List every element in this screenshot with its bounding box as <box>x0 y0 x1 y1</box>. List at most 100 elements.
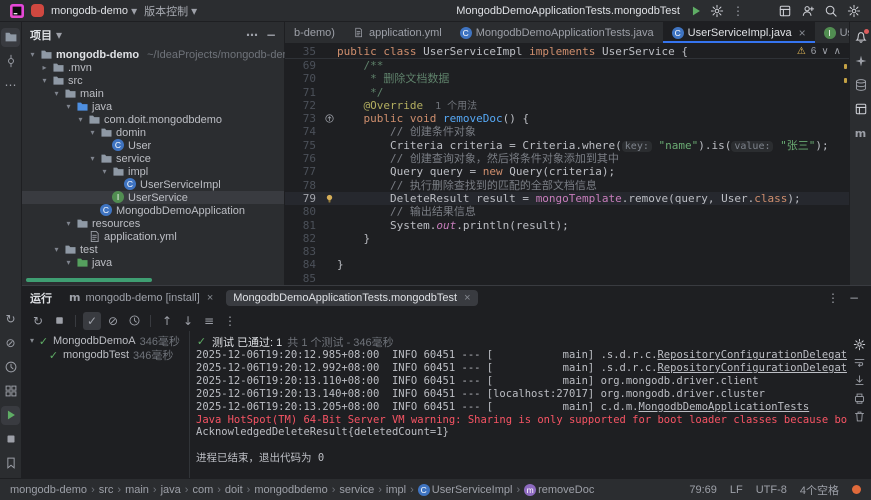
show-passed-toggle[interactable]: ✓ <box>83 312 101 330</box>
code-line-78[interactable]: 78 // 执行删除查找到的匹配的全部文档信息 <box>285 179 849 192</box>
breadcrumb-item-mongodb-demo[interactable]: mongodb-demo <box>10 484 87 496</box>
more-actions-button[interactable]: ⋮ <box>221 312 239 330</box>
editor-tab-userservice-java[interactable]: IUserService.java <box>815 22 849 43</box>
editor-tab-application-yml[interactable]: application.yml <box>344 22 451 43</box>
console-link[interactable]: RepositoryConfigurationDelegate <box>657 362 847 374</box>
console-output[interactable]: 2025-12-06T19:20:12.985+08:00 INFO 60451… <box>196 349 847 465</box>
run-button[interactable] <box>689 4 703 18</box>
clear-console-button[interactable] <box>850 407 868 425</box>
tree-item-mongodb-demo[interactable]: ▾mongodb-demo~/IdeaProjects/mongodb-demo <box>22 48 284 61</box>
project-menu[interactable]: mongodb-demo ▾ <box>51 5 137 17</box>
console-settings-button[interactable] <box>850 335 868 353</box>
tree-item-service[interactable]: ▾service <box>22 152 284 165</box>
intellij-logo-icon[interactable] <box>10 4 24 18</box>
tree-item-main[interactable]: ▾main <box>22 87 284 100</box>
editor-tab-userserviceimpl-java[interactable]: CUserServiceImpl.java× <box>663 22 815 43</box>
soft-wrap-button[interactable] <box>850 353 868 371</box>
editor-tab-mongodbdemoapplicationtests-java[interactable]: CMongodbDemoApplicationTests.java <box>451 22 663 43</box>
breadcrumb-item-com[interactable]: com <box>192 484 213 496</box>
breadcrumb-item-removedoc[interactable]: mremoveDoc <box>524 484 594 496</box>
run-tool-button[interactable] <box>1 406 20 425</box>
code-line-77[interactable]: 77 Query query = new Query(criteria); <box>285 165 849 178</box>
sort-by-duration-toggle[interactable] <box>125 312 143 330</box>
project-panel-title[interactable]: 项目 <box>30 27 52 43</box>
maven-tool-button[interactable]: m <box>851 124 870 143</box>
code-line-76[interactable]: 76 // 创建查询对象，然后将条件对象添加到其中 <box>285 152 849 165</box>
breadcrumb-item-impl[interactable]: impl <box>386 484 406 496</box>
code-line-72[interactable]: 72 @Override 1 个用法 <box>285 99 849 112</box>
tree-item-impl[interactable]: ▾impl <box>22 165 284 178</box>
tree-item-java[interactable]: ▾java <box>22 100 284 113</box>
editor-tab-b-demo[interactable]: b-demo) <box>285 22 344 43</box>
close-icon[interactable]: × <box>464 292 470 304</box>
services-tool-button[interactable] <box>1 382 20 401</box>
code-line-69[interactable]: 69 /** <box>285 59 849 72</box>
breadcrumb-item-doit[interactable]: doit <box>225 484 243 496</box>
code-line-73[interactable]: 73 public void removeDoc() { <box>285 112 849 125</box>
previous-problem-icon[interactable]: ∧ <box>834 44 841 59</box>
code-line-79[interactable]: 79 DeleteResult result = mongoTemplate.r… <box>285 192 849 205</box>
run-options-icon[interactable] <box>710 4 724 18</box>
tree-item-userserviceimpl[interactable]: CUserServiceImpl <box>22 178 284 191</box>
project-avatar[interactable] <box>31 4 44 17</box>
code-line-75[interactable]: 75 Criteria criteria = Criteria.where(ke… <box>285 139 849 152</box>
code-line-84[interactable]: 84} <box>285 258 849 271</box>
mute-breakpoints-button[interactable]: ⊘ <box>1 334 20 353</box>
warning-stripe-mark[interactable] <box>844 78 847 83</box>
previous-test-button[interactable]: ↑ <box>158 312 176 330</box>
tree-item-resources[interactable]: ▾resources <box>22 217 284 230</box>
settings-icon[interactable] <box>847 4 861 18</box>
code-line-70[interactable]: 70 * 删除文档数据 <box>285 72 849 85</box>
warning-stripe-mark[interactable] <box>844 64 847 69</box>
tree-item-mvn[interactable]: ▸.mvn <box>22 61 284 74</box>
code-line-85[interactable]: 85 <box>285 272 849 285</box>
notification-indicator[interactable] <box>852 485 861 494</box>
tree-item-java[interactable]: ▾java <box>22 256 284 269</box>
stop-button[interactable] <box>50 312 68 330</box>
code-line-81[interactable]: 81 System.out.println(result); <box>285 219 849 232</box>
console-link[interactable]: MongodbDemoApplicationTests <box>639 401 810 413</box>
code-with-me-icon[interactable] <box>801 4 815 18</box>
search-everywhere-icon[interactable] <box>824 4 838 18</box>
notifications-button[interactable] <box>851 28 870 47</box>
problems-widget[interactable]: ⚠ 6 ∨ ∧ <box>797 44 849 58</box>
tree-item-com-doit-mongodbdemo[interactable]: ▾com.doit.mongodbdemo <box>22 113 284 126</box>
history-tool-button[interactable] <box>1 358 20 377</box>
hide-panel-icon[interactable]: − <box>849 291 859 305</box>
scroll-to-end-button[interactable] <box>850 371 868 389</box>
project-tool-button[interactable] <box>1 28 20 47</box>
breadcrumb-item-src[interactable]: src <box>99 484 114 496</box>
test-options-button[interactable]: ≡ <box>200 312 218 330</box>
code-line-80[interactable]: 80 // 输出结果信息 <box>285 205 849 218</box>
hide-panel-icon[interactable]: − <box>266 28 276 42</box>
print-button[interactable] <box>850 389 868 407</box>
close-icon[interactable]: × <box>799 26 806 40</box>
tree-item-userservice[interactable]: IUserService <box>22 191 284 204</box>
rerun-button[interactable]: ↻ <box>29 312 47 330</box>
indent-style[interactable]: 4个空格 <box>800 482 839 498</box>
breadcrumb-item-userserviceimpl[interactable]: CUserServiceImpl <box>418 484 513 496</box>
tree-item-mongodbdemoapplication[interactable]: CMongodbDemoApplication <box>22 204 284 217</box>
tree-item-domin[interactable]: ▾domin <box>22 126 284 139</box>
console-link[interactable]: RepositoryConfigurationDelegate <box>657 349 847 361</box>
vcs-menu[interactable]: 版本控制 ▾ <box>144 3 197 19</box>
breadcrumb-item-main[interactable]: main <box>125 484 149 496</box>
dependencies-tool-button[interactable] <box>851 100 870 119</box>
more-options-icon[interactable]: ⋮ <box>827 291 839 305</box>
code-line-83[interactable]: 83 <box>285 245 849 258</box>
tree-item-src[interactable]: ▾src <box>22 74 284 87</box>
commit-tool-button[interactable] <box>1 52 20 71</box>
test-tree-item-mongodbtest[interactable]: ✓mongodbTest346毫秒 <box>22 348 189 362</box>
line-separator[interactable]: LF <box>730 484 743 496</box>
code-editor[interactable]: 35 public class UserServiceImpl implemen… <box>285 44 849 285</box>
tree-item-user[interactable]: CUser <box>22 139 284 152</box>
rerun-tool-button[interactable]: ↻ <box>1 310 20 329</box>
more-tool-windows-button[interactable]: ⋯ <box>1 76 20 95</box>
stop-tool-button[interactable] <box>1 430 20 449</box>
run-configuration-selector[interactable]: MongodbDemoApplicationTests.mongodbTest <box>456 5 680 17</box>
close-icon[interactable]: × <box>207 292 213 304</box>
run-tab-mongodbdemoapplicationtests-mongodbtest[interactable]: MongodbDemoApplicationTests.mongodbTest× <box>226 290 477 306</box>
code-line-74[interactable]: 74 // 创建条件对象 <box>285 125 849 138</box>
breadcrumb-item-mongodbdemo[interactable]: mongodbdemo <box>254 484 327 496</box>
run-tab-mongodb-demo-install[interactable]: mmongodb-demo [install]× <box>62 290 220 306</box>
